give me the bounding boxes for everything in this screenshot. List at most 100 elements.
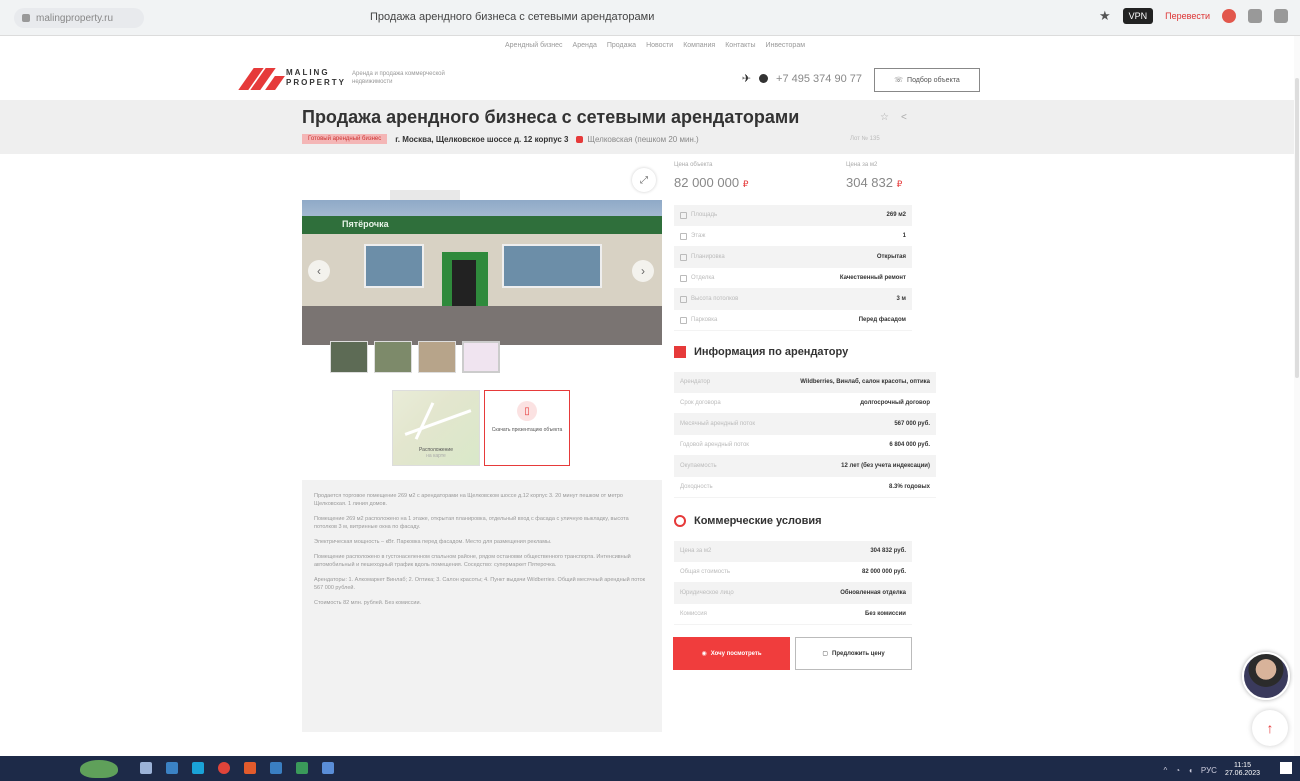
pavement [302, 306, 662, 345]
param-row: Парковка Перед фасадом [674, 310, 912, 331]
tray-arrow-icon[interactable]: ^ [1163, 766, 1167, 775]
top-navigation: Арендный бизнес Аренда Продажа Новости К… [505, 42, 805, 49]
expand-icon[interactable]: ⤢ [632, 168, 656, 192]
telegram-icon[interactable]: ✈ [742, 72, 751, 85]
description-paragraph: Электрическая мощность – кВт. Парковка п… [314, 539, 552, 545]
gallery-prev-button[interactable]: ‹ [308, 260, 330, 282]
listing-tag: Готовый арендный бизнес [302, 134, 388, 144]
network-icon[interactable]: ◔ [1175, 766, 1180, 775]
start-icon[interactable] [140, 762, 152, 774]
parking-icon [680, 316, 687, 324]
url-text: malingproperty.ru [36, 12, 114, 24]
browser-actions: ★ VPN Перевести [1099, 8, 1288, 24]
gallery-thumbnails [330, 341, 500, 373]
page-tab-title: Продажа арендного бизнеса с сетевыми аре… [370, 11, 655, 23]
page-scrollbar[interactable] [1294, 36, 1300, 756]
taskbar-apps [140, 762, 334, 774]
price-per-m2-label: Цена за м2 [846, 162, 878, 168]
address-bar[interactable]: malingproperty.ru [14, 8, 144, 28]
table-row: Срок договора долгосрочный договор [674, 393, 936, 414]
thumbnail[interactable] [330, 341, 368, 373]
vpn-badge[interactable]: VPN [1122, 8, 1154, 24]
nav-item-company[interactable]: Компания [683, 42, 715, 49]
tenant-info-table: Арендатор Wildberries, Винлаб, салон крас… [674, 372, 936, 498]
description-paragraph: Помещение расположено в густонаселенном … [314, 554, 631, 568]
chart-icon [674, 346, 686, 358]
tenant-section-heading: Информация по арендатору [674, 346, 848, 358]
language-indicator[interactable]: РУС [1201, 766, 1217, 775]
logo-tagline: Аренда и продажа коммерческой недвижимос… [352, 71, 445, 85]
nav-item-rental-business[interactable]: Арендный бизнес [505, 42, 563, 49]
finish-icon [680, 274, 687, 282]
thumbnail[interactable] [418, 341, 456, 373]
edge-icon[interactable] [192, 762, 204, 774]
table-row: Месячный арендный поток 567 000 руб. [674, 414, 936, 435]
presentation-label: Скачать презентацию объекта [491, 427, 563, 433]
photo-gallery[interactable]: Пятёрочка ‹ › [302, 200, 662, 345]
system-tray: ^ ◔ ◖ РУС 11:15 27.06.2023 [1163, 762, 1260, 778]
want-to-view-button[interactable]: ◉ Хочу посмотреть [673, 637, 790, 670]
table-row: Годовой арендный поток 6 804 000 руб. [674, 435, 936, 456]
nav-item-rent[interactable]: Аренда [573, 42, 597, 49]
listing-description: Продается торговое помещение 269 м2 с ар… [302, 480, 662, 732]
browser-toolbar: malingproperty.ru Продажа арендного бизн… [0, 0, 1300, 36]
clock[interactable]: 11:15 27.06.2023 [1225, 762, 1260, 778]
turtle-widget-icon[interactable] [80, 760, 118, 778]
thumbnail[interactable] [374, 341, 412, 373]
store-sign: Пятёрочка [302, 216, 662, 234]
translate-button[interactable]: Перевести [1165, 11, 1210, 21]
logo-mark-icon [238, 66, 285, 90]
phone-icon: ☏ [894, 77, 904, 84]
app-icon[interactable] [244, 762, 256, 774]
consultant-avatar[interactable] [1242, 652, 1290, 700]
notifications-icon[interactable] [1280, 762, 1292, 774]
profile-icon[interactable] [1222, 9, 1236, 23]
conditions-section-heading: Коммерческие условия [674, 515, 822, 527]
layout-icon [680, 253, 687, 261]
yandex-browser-icon[interactable] [218, 762, 230, 774]
phone-number[interactable]: +7 495 374 90 77 [776, 73, 862, 85]
app-icon[interactable] [270, 762, 282, 774]
title-actions: ☆ < [880, 112, 907, 123]
nav-item-investors[interactable]: Инвесторам [765, 42, 805, 49]
bookmark-star-icon[interactable]: ★ [1099, 8, 1111, 24]
favorite-icon[interactable]: ☆ [880, 112, 889, 123]
param-row: Высота потолков 3 м [674, 289, 912, 310]
whatsapp-icon[interactable] [759, 74, 769, 83]
param-row: Этаж 1 [674, 226, 912, 247]
scroll-up-button[interactable]: ↑ [1252, 710, 1288, 746]
offer-price-button[interactable]: ▢ Предложить цену [795, 637, 912, 670]
app-icon[interactable] [296, 762, 308, 774]
description-paragraph: Арендаторы: 1. Алкомаркет Винлаб; 2. Опт… [314, 577, 646, 591]
height-icon [680, 295, 687, 303]
site-header: MALING PROPERTY Аренда и продажа коммерч… [238, 64, 980, 98]
map-card[interactable]: Расположение на карте [392, 390, 480, 466]
eye-icon: ◉ [701, 651, 707, 657]
conditions-table: Цена за м2 304 832 руб. Общая стоимость 82… [674, 541, 912, 625]
logo-text: MALING PROPERTY [286, 68, 347, 87]
object-selection-button[interactable]: ☏ Подбор объекта [874, 68, 980, 92]
table-row: Окупаемость 12 лет (без учета индексации) [674, 456, 936, 477]
table-row: Доходность 8.3% годовых [674, 477, 936, 498]
site-logo[interactable]: MALING PROPERTY Аренда и продажа коммерч… [238, 66, 482, 90]
share-icon[interactable]: < [901, 112, 907, 123]
nav-item-sale[interactable]: Продажа [607, 42, 636, 49]
listing-meta: Готовый арендный бизнес г. Москва, Щелко… [302, 134, 699, 144]
download-icon[interactable] [1274, 9, 1288, 23]
explorer-icon[interactable] [166, 762, 178, 774]
lock-icon [22, 14, 30, 22]
param-row: Площадь 269 м2 [674, 205, 912, 226]
shop-window [364, 244, 424, 288]
nav-item-contacts[interactable]: Контакты [725, 42, 755, 49]
extensions-icon[interactable] [1248, 9, 1262, 23]
volume-icon[interactable]: ◖ [1188, 766, 1193, 775]
table-row: Комиссия Без комиссии [674, 604, 912, 625]
price-per-m2-value: 304 832 ₽ [846, 175, 903, 190]
gallery-next-button[interactable]: › [632, 260, 654, 282]
app-icon[interactable] [322, 762, 334, 774]
header-contacts: ✈ +7 495 374 90 77 [742, 72, 862, 86]
download-presentation-card[interactable]: ▯ Скачать презентацию объекта [484, 390, 570, 466]
thumbnail[interactable] [462, 341, 500, 373]
storefront-image: Пятёрочка [302, 216, 662, 310]
nav-item-news[interactable]: Новости [646, 42, 673, 49]
